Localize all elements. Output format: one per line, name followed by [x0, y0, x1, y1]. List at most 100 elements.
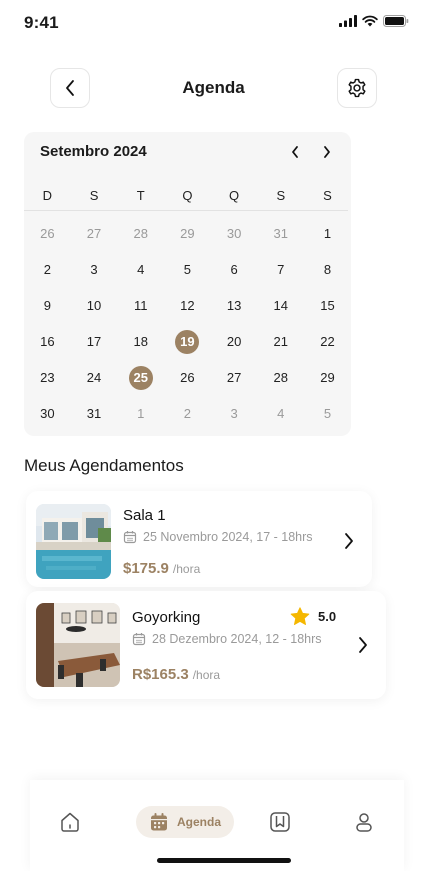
calendar-day[interactable]: 30	[211, 222, 258, 246]
calendar-day-number: 2	[43, 262, 51, 277]
calendar-day-number: 16	[40, 334, 55, 349]
calendar-day[interactable]: 3	[71, 258, 118, 282]
calendar-day[interactable]: 22	[304, 330, 351, 354]
nav-agenda-label: Agenda	[176, 815, 221, 829]
calendar-day[interactable]: 27	[71, 222, 118, 246]
home-icon	[61, 812, 79, 832]
calendar-day[interactable]: 16	[24, 330, 71, 354]
open-appointment-button[interactable]	[340, 530, 358, 552]
calendar-day-number: 10	[86, 298, 102, 313]
battery-icon	[383, 15, 409, 27]
calendar-day-selected[interactable]: 19	[164, 330, 211, 354]
calendar-day[interactable]: 5	[164, 258, 211, 282]
calendar-day-number: 1	[137, 406, 145, 421]
calendar-day[interactable]: 13	[211, 294, 258, 318]
calendar-day[interactable]: 29	[164, 222, 211, 246]
open-appointment-button[interactable]	[354, 634, 372, 656]
calendar-day[interactable]: 12	[164, 294, 211, 318]
calendar-day[interactable]: 10	[71, 294, 118, 318]
calendar-day[interactable]: 1	[304, 222, 351, 246]
calendar-week: 16 17 18 19 20 21 22	[24, 324, 351, 360]
nav-agenda[interactable]: Agenda	[136, 806, 234, 838]
calendar-day-number: 27	[86, 226, 102, 241]
gear-icon	[348, 78, 366, 98]
calendar-day[interactable]: 14	[257, 294, 304, 318]
star-icon	[290, 607, 310, 625]
calendar-day[interactable]: 31	[71, 402, 118, 426]
room-photo	[36, 504, 111, 579]
appointment-card-sala-1[interactable]: Sala 1 25 Novembro 2024, 17 - 18hrs $175…	[26, 491, 372, 587]
calendar-day-number: 5	[183, 262, 192, 277]
calendar-day[interactable]: 29	[304, 366, 351, 390]
home-indicator	[157, 858, 291, 863]
calendar: Setembro 2024 D S T Q Q S S 26 27 28 29 30 31…	[24, 132, 351, 436]
calendar-day[interactable]: 21	[257, 330, 304, 354]
calendar-day[interactable]: 17	[71, 330, 118, 354]
calendar-day-number: 13	[226, 298, 242, 313]
nav-saved[interactable]	[268, 806, 292, 838]
calendar-day[interactable]: 6	[211, 258, 258, 282]
calendar-day-number: 3	[230, 406, 238, 421]
calendar-day-number: 20	[226, 334, 242, 349]
calendar-day[interactable]: 11	[117, 294, 164, 318]
rating-value: 5.0	[318, 609, 337, 624]
calendar-day-number: 31	[273, 226, 289, 241]
calendar-day-number: 24	[86, 370, 102, 385]
calendar-day[interactable]: 30	[24, 402, 71, 426]
weekday-label: T	[136, 188, 145, 203]
calendar-day-number: 18	[133, 334, 148, 349]
calendar-day[interactable]: 27	[211, 366, 258, 390]
calendar-day[interactable]: 28	[117, 222, 164, 246]
calendar-day[interactable]: 20	[211, 330, 258, 354]
nav-profile[interactable]	[352, 806, 376, 838]
calendar-day-number: 28	[133, 226, 148, 241]
calendar-day[interactable]: 7	[257, 258, 304, 282]
calendar-icon	[150, 813, 167, 831]
user-icon	[356, 813, 372, 832]
calendar-day-selected[interactable]: 25	[117, 366, 164, 390]
calendar-day-number: 21	[273, 334, 289, 349]
calendar-day-number: 19	[175, 330, 200, 354]
price-unit: /hora	[192, 668, 221, 682]
calendar-week: 2 3 4 5 6 7 8	[24, 252, 351, 288]
chevron-right-icon	[359, 637, 367, 653]
calendar-day[interactable]: 2	[164, 402, 211, 426]
header: Agenda	[0, 68, 433, 108]
calendar-day[interactable]: 15	[304, 294, 351, 318]
calendar-day[interactable]: 26	[24, 222, 71, 246]
calendar-day-number: 12	[180, 298, 195, 313]
calendar-day[interactable]: 18	[117, 330, 164, 354]
calendar-day[interactable]: 1	[117, 402, 164, 426]
calendar-week: 23 24 25 26 27 28 29	[24, 360, 351, 396]
calendar-day-number: 27	[226, 370, 242, 385]
next-month-button[interactable]	[316, 141, 338, 163]
calendar-day[interactable]: 23	[24, 366, 71, 390]
price-value: R$165.3	[132, 666, 189, 683]
calendar-day-number: 28	[273, 370, 289, 385]
rating: 5.0	[290, 607, 336, 626]
calendar-day[interactable]: 8	[304, 258, 351, 282]
calendar-day-number: 23	[40, 370, 55, 385]
calendar-day-number: 30	[40, 406, 55, 421]
calendar-day-number: 3	[90, 262, 98, 277]
nav-home[interactable]	[58, 806, 82, 838]
calendar-day-number: 17	[86, 334, 102, 349]
calendar-day[interactable]: 4	[117, 258, 164, 282]
signal-icon	[339, 15, 357, 27]
appointment-card-goyorking[interactable]: Goyorking 5.0 28 Dezembro 2024, 12 - 18h…	[26, 591, 386, 699]
calendar-icon	[123, 531, 137, 544]
prev-month-button[interactable]	[284, 141, 306, 163]
calendar-day[interactable]: 9	[24, 294, 71, 318]
calendar-day[interactable]: 31	[257, 222, 304, 246]
calendar-day[interactable]: 4	[257, 402, 304, 426]
calendar-day[interactable]: 24	[71, 366, 118, 390]
calendar-day[interactable]: 26	[164, 366, 211, 390]
calendar-day-number: 8	[323, 262, 332, 277]
calendar-day-number: 25	[128, 366, 153, 390]
chevron-right-icon	[324, 146, 330, 158]
calendar-day[interactable]: 2	[24, 258, 71, 282]
calendar-day[interactable]: 3	[211, 402, 258, 426]
calendar-day[interactable]: 28	[257, 366, 304, 390]
calendar-day[interactable]: 5	[304, 402, 351, 426]
settings-button[interactable]	[337, 68, 377, 108]
